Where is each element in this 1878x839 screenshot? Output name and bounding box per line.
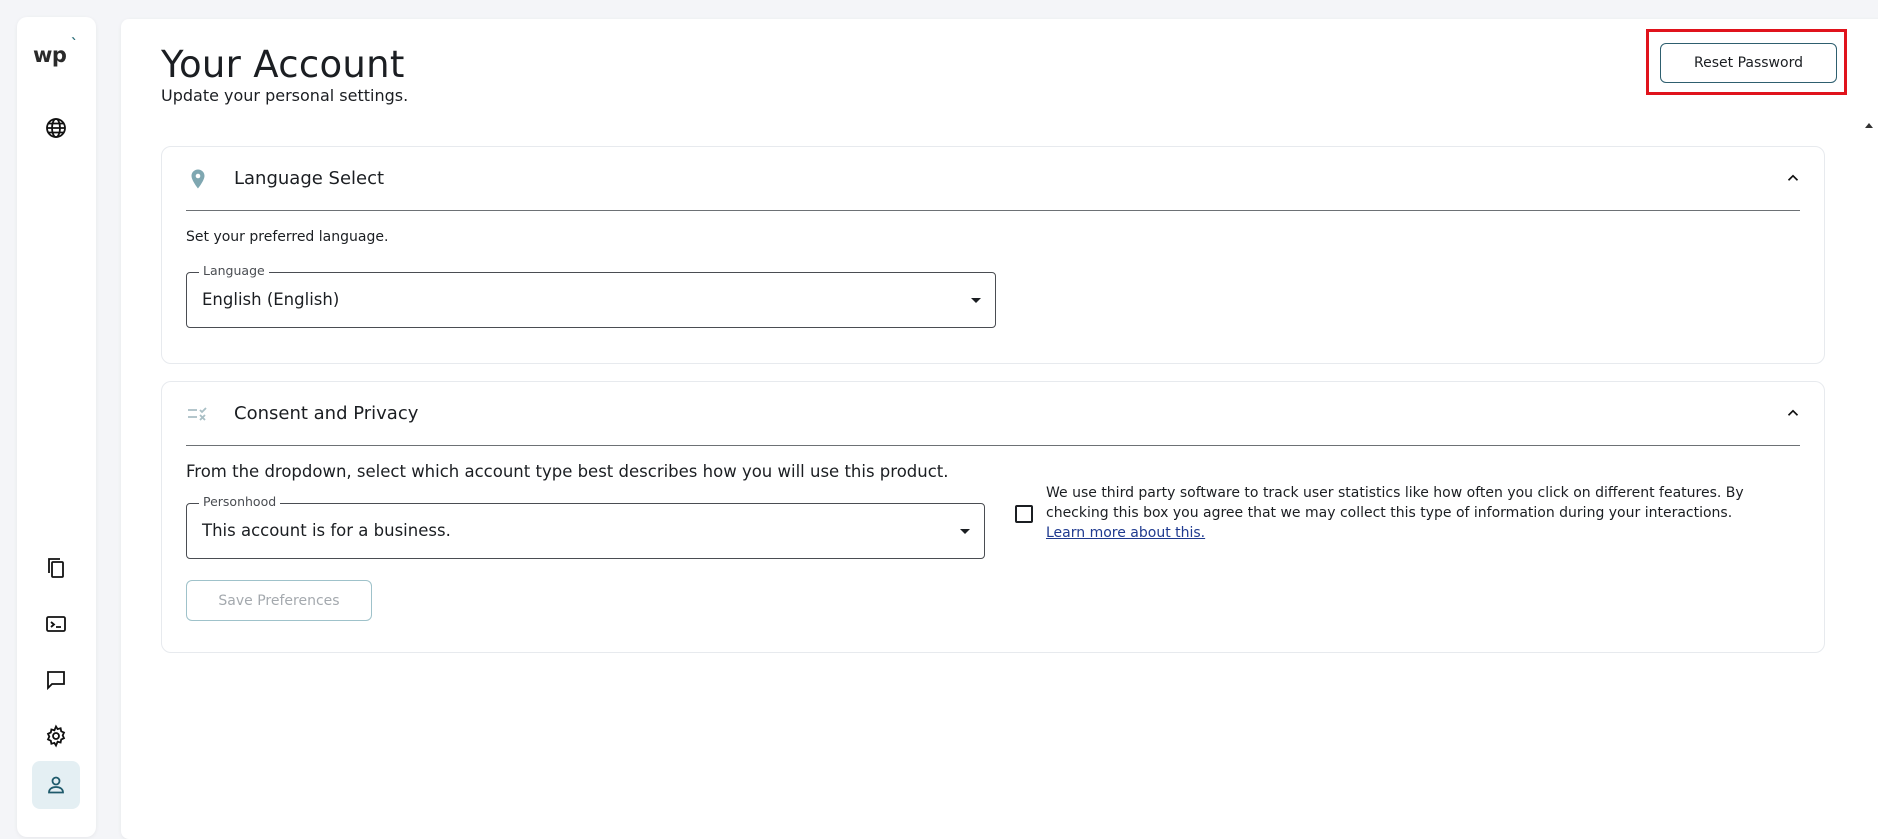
nav-chat[interactable]: [32, 656, 80, 704]
language-section-header[interactable]: Language Select: [162, 147, 1824, 211]
consent-checkbox[interactable]: [1015, 505, 1033, 523]
language-section: Language Select Set your preferred langu…: [161, 146, 1825, 364]
language-description: Set your preferred language.: [186, 229, 389, 245]
nav-settings[interactable]: [32, 712, 80, 760]
consent-section-title: Consent and Privacy: [234, 403, 419, 424]
user-icon: [48, 776, 64, 794]
dropdown-arrow-icon: [971, 298, 981, 303]
consent-description: From the dropdown, select which account …: [186, 462, 949, 481]
language-field-value: English (English): [202, 290, 340, 309]
gear-icon: [46, 724, 66, 748]
globe-icon: [46, 118, 66, 138]
page-title: Your Account: [161, 43, 405, 86]
location-pin-icon: [191, 169, 205, 189]
divider: [186, 210, 1800, 211]
logo-accent: ˋ: [71, 37, 78, 53]
sidebar: wp ˋ: [17, 17, 96, 837]
dropdown-arrow-icon: [960, 529, 970, 534]
nav-documents[interactable]: [32, 544, 80, 592]
personhood-field-label: Personhood: [199, 494, 281, 509]
language-field-label: Language: [199, 263, 269, 278]
consent-statement: We use third party software to track use…: [1046, 483, 1786, 543]
chat-icon: [47, 671, 65, 691]
language-section-title: Language Select: [234, 168, 385, 189]
page-subtitle: Update your personal settings.: [161, 86, 409, 105]
consent-text: We use third party software to track use…: [1046, 485, 1744, 521]
app-logo[interactable]: wp ˋ: [33, 37, 83, 73]
divider: [186, 445, 1800, 446]
documents-icon: [48, 558, 64, 578]
reset-password-button[interactable]: Reset Password: [1660, 43, 1837, 83]
chevron-up-icon[interactable]: [1784, 404, 1802, 422]
language-select[interactable]: Language English (English): [186, 263, 996, 328]
main-content: Your Account Update your personal settin…: [121, 19, 1878, 839]
consent-section-header[interactable]: Consent and Privacy: [162, 382, 1824, 446]
terminal-icon: [46, 616, 66, 632]
personhood-select[interactable]: Personhood This account is for a busines…: [186, 494, 985, 559]
consent-section: Consent and Privacy From the dropdown, s…: [161, 381, 1825, 653]
nav-terminal[interactable]: [32, 600, 80, 648]
checklist-icon: [188, 407, 207, 421]
chevron-up-icon[interactable]: [1784, 169, 1802, 187]
scroll-up-icon[interactable]: [1865, 123, 1873, 128]
nav-account[interactable]: [32, 761, 80, 809]
personhood-field-value: This account is for a business.: [202, 521, 451, 540]
learn-more-link[interactable]: Learn more about this.: [1046, 525, 1205, 541]
save-preferences-button[interactable]: Save Preferences: [186, 580, 372, 621]
logo-text: wp: [33, 43, 67, 67]
nav-globe[interactable]: [32, 104, 80, 152]
